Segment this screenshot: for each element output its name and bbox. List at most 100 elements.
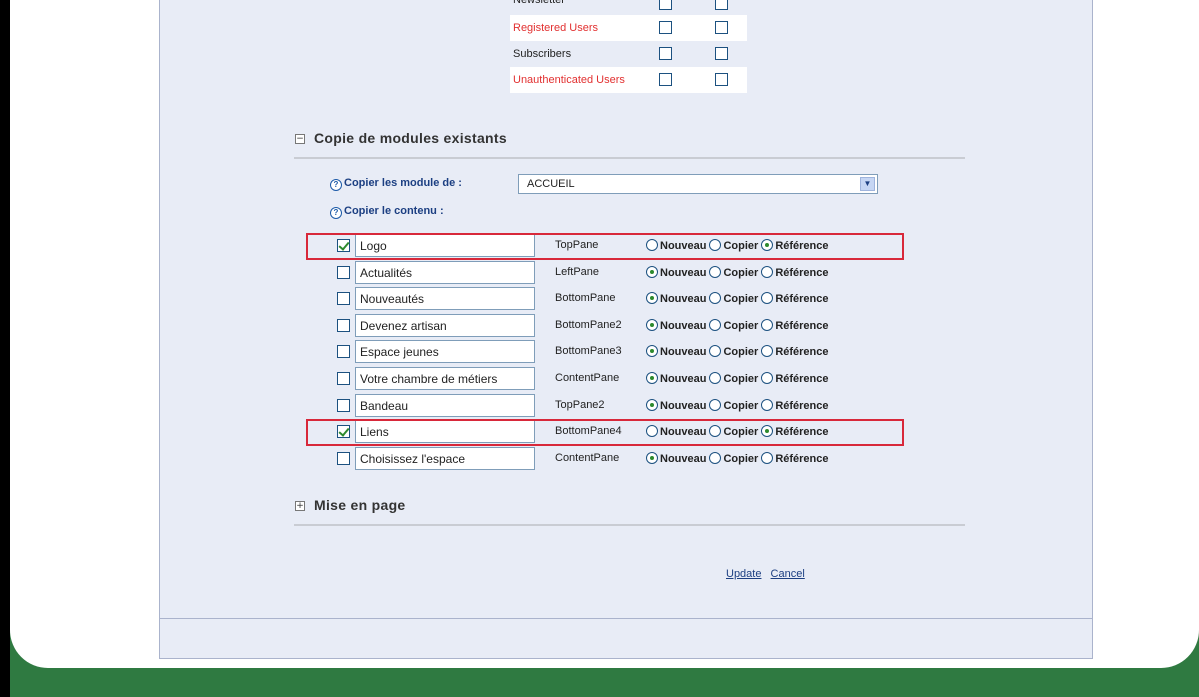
module-checkbox[interactable]: [337, 372, 350, 385]
radio-button[interactable]: [761, 372, 774, 384]
radio-option-copy[interactable]: Copier: [709, 398, 759, 412]
help-icon[interactable]: ?: [330, 179, 342, 191]
module-name-field[interactable]: Choisissez l'espace: [355, 446, 535, 470]
update-link[interactable]: Update: [726, 568, 761, 580]
radio-option-ref[interactable]: Référence: [761, 372, 829, 385]
module-row: Votre chambre de métiers ContentPane Nouve…: [334, 366, 914, 392]
radio-button[interactable]: [761, 318, 774, 331]
radio-option-new[interactable]: Nouveau: [646, 345, 706, 358]
role-permissions-table: Newsletter Registered Users Subscribers Una…: [510, 0, 747, 93]
view-permission-checkbox[interactable]: [659, 47, 672, 60]
radio-button[interactable]: [761, 398, 774, 411]
radio-button[interactable]: [646, 265, 658, 278]
copy-mode-radio-group: Nouveau Copier Référence: [646, 398, 832, 412]
radio-option-copy[interactable]: Copier: [709, 451, 759, 465]
radio-option-copy[interactable]: Copier: [709, 372, 758, 385]
radio-label: Copier: [723, 319, 759, 332]
radio-option-new[interactable]: Nouveau: [646, 292, 706, 305]
radio-label: Nouveau: [660, 373, 707, 385]
highlight-box: [306, 419, 904, 447]
radio-option-ref[interactable]: Référence: [761, 318, 829, 332]
radio-button[interactable]: [709, 372, 722, 384]
module-checkbox[interactable]: [337, 292, 350, 306]
module-pane-label: BottomPane2: [555, 318, 622, 331]
module-checkbox[interactable]: [337, 398, 350, 412]
copy-mode-radio-group: Nouveau Copier Référence: [646, 451, 832, 465]
radio-button[interactable]: [761, 265, 774, 278]
radio-option-ref[interactable]: Référence: [761, 451, 829, 465]
view-permission-checkbox[interactable]: [659, 21, 672, 34]
radio-option-ref[interactable]: Référence: [761, 345, 829, 358]
module-name-field[interactable]: Espace jeunes: [355, 340, 535, 364]
copy-from-select[interactable]: ACCUEIL ▼: [518, 174, 878, 194]
section-header-layout[interactable]: + Mise en page: [294, 497, 965, 526]
section-title-copy-modules: Copie de modules existants: [314, 130, 507, 146]
radio-label: Référence: [775, 266, 829, 279]
module-checkbox[interactable]: [337, 345, 350, 359]
radio-option-new[interactable]: Nouveau: [646, 265, 706, 279]
radio-option-new[interactable]: Nouveau: [646, 398, 706, 412]
radio-button[interactable]: [646, 345, 658, 358]
module-pane-label: BottomPane3: [555, 345, 622, 358]
module-name-field[interactable]: Nouveautés: [355, 287, 535, 311]
radio-button[interactable]: [646, 318, 658, 331]
module-name-field[interactable]: Bandeau: [355, 393, 535, 417]
radio-button[interactable]: [709, 345, 722, 358]
left-edge-bar: [0, 0, 10, 697]
radio-button[interactable]: [646, 451, 658, 464]
module-row: Choisissez l'espace ContentPane Nouveau Cop…: [334, 446, 914, 472]
view-permission-checkbox[interactable]: [659, 73, 672, 86]
view-permission-checkbox[interactable]: [659, 0, 672, 10]
radio-option-ref[interactable]: Référence: [761, 265, 829, 279]
help-icon[interactable]: ?: [330, 207, 342, 219]
role-label: Newsletter: [513, 0, 565, 6]
expand-toggle-icon[interactable]: +: [295, 501, 305, 511]
radio-button[interactable]: [761, 345, 774, 358]
radio-button[interactable]: [646, 372, 658, 384]
chevron-down-icon[interactable]: ▼: [860, 177, 875, 191]
radio-label: Référence: [775, 293, 829, 306]
radio-label: Copier: [723, 452, 759, 465]
radio-label: Copier: [723, 266, 759, 279]
edit-permission-checkbox[interactable]: [715, 0, 728, 10]
edit-permission-checkbox[interactable]: [715, 21, 728, 34]
edit-permission-checkbox[interactable]: [715, 47, 728, 60]
module-pane-label: ContentPane: [555, 451, 620, 464]
module-name-field[interactable]: Actualités: [355, 260, 535, 284]
module-name-field[interactable]: Devenez artisan: [355, 313, 535, 337]
radio-option-copy[interactable]: Copier: [709, 318, 759, 332]
edit-permission-checkbox[interactable]: [715, 73, 728, 86]
radio-button[interactable]: [709, 292, 722, 305]
module-row: Nouveautés BottomPane Nouveau Copier Référen…: [334, 286, 914, 312]
radio-label: Copier: [723, 399, 759, 412]
collapse-toggle-icon[interactable]: −: [295, 134, 305, 144]
radio-button[interactable]: [646, 292, 658, 305]
radio-button[interactable]: [709, 451, 722, 464]
module-checkbox[interactable]: [337, 265, 350, 279]
radio-option-copy[interactable]: Copier: [709, 292, 758, 305]
module-pane-label: BottomPane: [555, 292, 616, 305]
radio-option-new[interactable]: Nouveau: [646, 372, 706, 385]
radio-button[interactable]: [646, 398, 658, 411]
radio-button[interactable]: [709, 318, 722, 331]
radio-option-ref[interactable]: Référence: [761, 292, 829, 306]
module-row: Bandeau TopPane2 Nouveau Copier Référence: [334, 393, 914, 419]
radio-button[interactable]: [761, 292, 774, 305]
radio-button[interactable]: [709, 398, 722, 411]
cancel-link[interactable]: Cancel: [771, 568, 805, 580]
module-name-field[interactable]: Votre chambre de métiers: [355, 367, 535, 390]
radio-option-new[interactable]: Nouveau: [646, 451, 706, 465]
radio-label: Nouveau: [660, 319, 707, 332]
radio-option-copy[interactable]: Copier: [709, 265, 759, 279]
module-checkbox[interactable]: [337, 318, 350, 332]
radio-option-copy[interactable]: Copier: [709, 345, 758, 358]
module-checkbox[interactable]: [337, 451, 350, 465]
radio-label: Référence: [775, 373, 829, 385]
section-header-copy-modules[interactable]: − Copie de modules existants: [294, 130, 965, 159]
radio-button[interactable]: [761, 451, 774, 464]
radio-button[interactable]: [709, 265, 722, 278]
copy-from-value: ACCUEIL: [527, 178, 575, 190]
module-row: Actualités LeftPane Nouveau Copier Référence: [334, 260, 914, 286]
radio-option-ref[interactable]: Référence: [761, 398, 829, 412]
radio-option-new[interactable]: Nouveau: [646, 318, 707, 332]
